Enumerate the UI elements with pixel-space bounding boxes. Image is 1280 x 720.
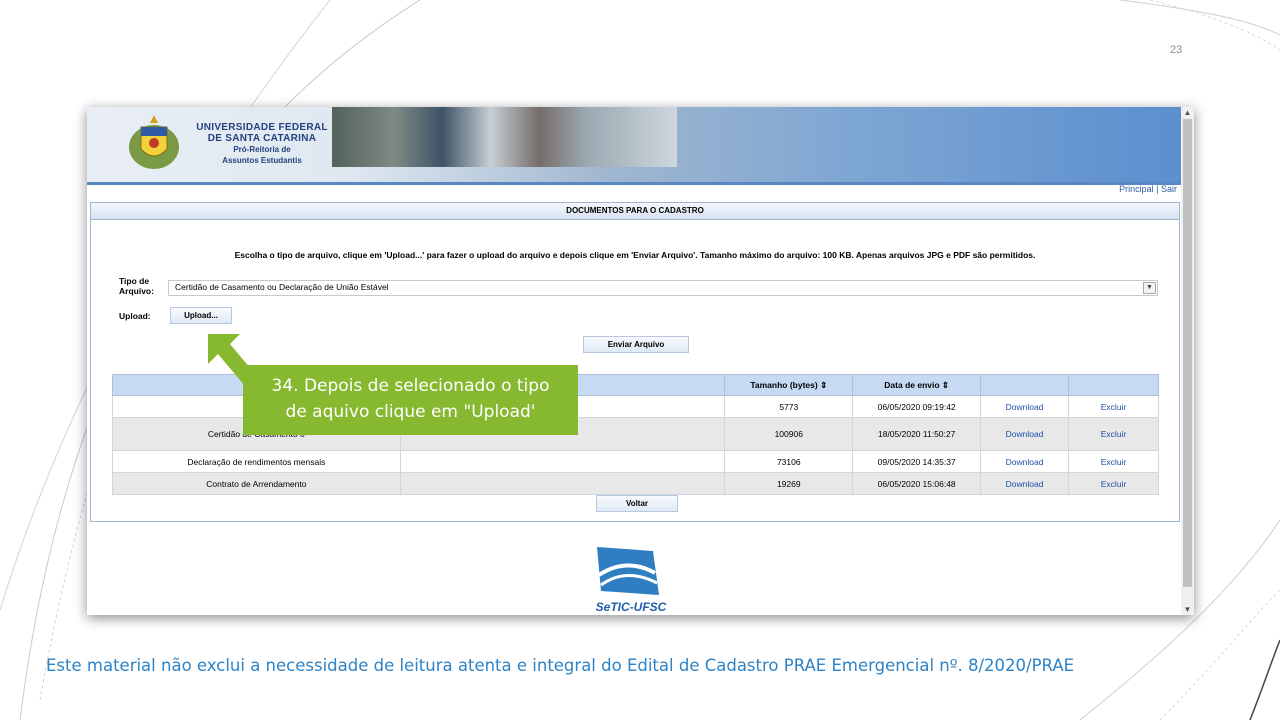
university-line-2: DE SANTA CATARINA [207,133,317,144]
cell-tipo: Declaração de rendimentos mensais [112,450,401,473]
department-line-2: Assuntos Estudantis [222,156,302,165]
scrollbar-thumb[interactable] [1183,119,1192,587]
top-links: Principal | Sair [1087,184,1177,194]
tipo-arquivo-label: Tipo de Arquivo: [119,276,154,296]
principal-link[interactable]: Principal [1119,184,1154,194]
download-link[interactable]: Download [980,395,1070,418]
upload-instructions: Escolha o tipo de arquivo, clique em 'Up… [234,250,1036,260]
voltar-button[interactable]: Voltar [596,495,678,512]
header-download [980,374,1070,396]
callout-line-2: de aquivo clique em "Upload' [285,402,536,422]
tipo-label-line-2: Arquivo: [119,286,154,296]
setic-logo-icon: SeTIC-UFSC [596,547,667,614]
banner-photo-collage [332,107,677,167]
cell-data: 06/05/2020 15:06:48 [852,472,982,495]
table-row: Contrato de Arrendamento 19269 06/05/202… [112,472,1159,495]
sair-link[interactable]: Sair [1161,184,1177,194]
cell-tamanho: 5773 [724,395,854,418]
cell-data: 09/05/2020 14:35:37 [852,450,982,473]
university-name: UNIVERSIDADE FEDERAL DE SANTA CATARINA P… [187,122,337,166]
ufsc-crest-icon [129,115,179,169]
table-row: Declaração de rendimentos mensais 73106 … [112,450,1159,473]
excluir-link[interactable]: Excluir [1068,395,1159,418]
slide-number: 23 [1170,44,1183,56]
excluir-link[interactable]: Excluir [1068,472,1159,495]
download-link[interactable]: Download [980,417,1070,451]
link-separator: | [1156,184,1159,194]
upload-button[interactable]: Upload... [170,307,232,324]
cell-tamanho: 73106 [724,450,854,473]
vertical-scrollbar[interactable]: ▲ ▼ [1181,107,1194,615]
instruction-callout: 34. Depois de selecionado o tipo de aqui… [243,365,578,435]
setic-label: SeTIC-UFSC [596,600,667,614]
university-line-1: UNIVERSIDADE FEDERAL [196,122,328,133]
cell-arquivo [399,472,726,495]
panel-title: DOCUMENTOS PARA O CADASTRO [91,203,1179,220]
enviar-arquivo-button[interactable]: Enviar Arquivo [583,336,689,353]
callout-line-1: 34. Depois de selecionado o tipo [271,376,550,396]
header-excluir [1068,374,1159,396]
chevron-down-icon[interactable]: ▼ [1143,282,1156,294]
excluir-link[interactable]: Excluir [1068,417,1159,451]
tipo-arquivo-value: Certidão de Casamento ou Declaração de U… [175,282,389,292]
upload-label: Upload: [119,311,151,321]
header-data-envio[interactable]: Data de envio ⇕ [852,374,982,396]
cell-data: 06/05/2020 09:19:42 [852,395,982,418]
footer-disclaimer: Este material não exclui a necessidade d… [46,656,1075,675]
department-line-1: Pró-Reitoria de [233,145,291,154]
scroll-up-icon[interactable]: ▲ [1181,107,1194,118]
download-link[interactable]: Download [980,472,1070,495]
tipo-arquivo-select[interactable]: Certidão de Casamento ou Declaração de U… [168,280,1158,296]
excluir-link[interactable]: Excluir [1068,450,1159,473]
cell-data: 18/05/2020 11:50:27 [852,417,982,451]
download-link[interactable]: Download [980,450,1070,473]
tipo-label-line-1: Tipo de [119,276,150,286]
header-banner: UNIVERSIDADE FEDERAL DE SANTA CATARINA P… [87,107,1181,185]
cell-tamanho: 100906 [724,417,854,451]
header-tamanho[interactable]: Tamanho (bytes) ⇕ [724,374,854,396]
cell-tamanho: 19269 [724,472,854,495]
cell-arquivo [399,450,726,473]
cell-tipo: Contrato de Arrendamento [112,472,401,495]
scroll-down-icon[interactable]: ▼ [1181,604,1194,615]
